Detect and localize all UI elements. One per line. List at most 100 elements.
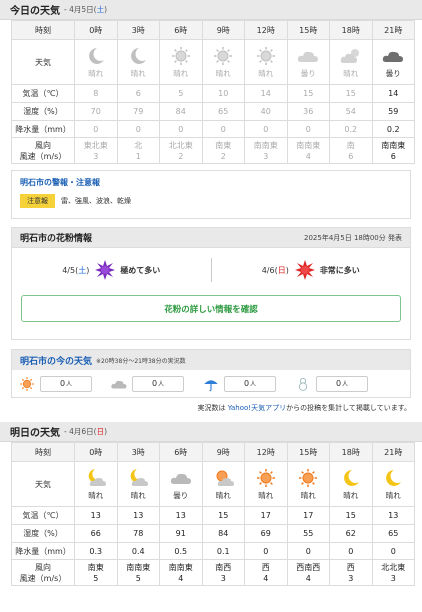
hum-cell: 59 xyxy=(371,102,415,121)
weather-cell: 晴れ xyxy=(201,39,245,85)
time-cell: 18時 xyxy=(329,20,373,40)
temp-cell: 17 xyxy=(286,506,330,525)
wind-cell: 北北東 2 xyxy=(159,137,203,164)
hum-cell: 62 xyxy=(329,524,373,543)
yahoo-app-link[interactable]: Yahoo!天気アプリ xyxy=(228,404,286,412)
current-item: 0人 xyxy=(294,375,368,392)
current-count: 0人 xyxy=(224,375,276,392)
tomorrow-title: 明日の天気 xyxy=(10,428,60,439)
precip-cell: 0 xyxy=(371,542,415,560)
weather-cell: 曇り xyxy=(371,39,415,85)
hum-cell: 84 xyxy=(159,102,203,121)
hum-cell: 78 xyxy=(116,524,160,543)
precip-cell: 0.1 xyxy=(201,542,245,560)
current-title: 明石市の今の天気 xyxy=(20,356,93,367)
sun-icon xyxy=(214,46,233,65)
snowman-icon xyxy=(298,377,308,391)
moon-icon xyxy=(386,469,402,486)
wind-cell: 南南東 3 xyxy=(244,137,288,164)
time-label: 時刻 xyxy=(11,20,75,40)
precip-cell: 0 xyxy=(244,542,288,560)
tomorrow-forecast-table: 時刻 0時 3時 6時 9時 12時 15時 18時 21時 天気 晴れ 晴れ 曇り 晴れ 晴れ 晴れ 晴れ 晴れ… xyxy=(11,442,415,586)
wind-cell: 南南東 6 xyxy=(371,137,415,164)
sun-icon xyxy=(256,46,275,65)
humidity-label: 湿度（%） xyxy=(11,524,75,543)
precip-cell: 0 xyxy=(244,120,288,138)
temp-label: 気温（℃） xyxy=(11,84,75,103)
weather-cell: 晴れ xyxy=(244,39,288,85)
current-weather-panel: 明石市の今の天気 ※20時38分～21時38分の実況数 0人 0人 0人 0人 xyxy=(11,349,411,398)
precip-cell: 0 xyxy=(116,120,160,138)
current-note: 実況数は Yahoo!天気アプリからの投稿を集計して掲載しています。 xyxy=(197,404,411,412)
warning-title[interactable]: 明石市の警報・注意報 xyxy=(20,177,410,188)
weather-cell: 曇り xyxy=(286,39,330,85)
precip-cell: 0 xyxy=(329,542,373,560)
pollen-detail-button[interactable]: 花粉の詳しい情報を確認 xyxy=(21,295,401,322)
cloud-icon xyxy=(111,380,127,388)
hum-cell: 70 xyxy=(74,102,118,121)
weather-cell: 晴れ xyxy=(159,39,203,85)
weather-cell: 晴れ xyxy=(201,461,245,507)
sun-icon xyxy=(20,376,34,391)
time-cell: 3時 xyxy=(116,20,160,40)
time-cell: 6時 xyxy=(159,442,203,462)
hum-cell: 65 xyxy=(371,524,415,543)
current-count: 0人 xyxy=(40,375,92,392)
time-cell: 12時 xyxy=(244,20,288,40)
hum-cell: 36 xyxy=(286,102,330,121)
today-forecast-table: 時刻 0時 3時 6時 9時 12時 15時 18時 21時 天気 晴れ 晴れ 晴れ 晴れ 晴れ 曇り 晴れ 曇り… xyxy=(11,20,415,164)
time-cell: 18時 xyxy=(329,442,373,462)
pollen-level-label: 非常に多い xyxy=(319,265,360,275)
wind-cell: 西南西 4 xyxy=(286,559,330,586)
temp-cell: 15 xyxy=(286,84,330,103)
current-count: 0人 xyxy=(132,375,184,392)
today-header: 今日の天気 - 4月5日(土) xyxy=(0,0,422,20)
time-cell: 3時 xyxy=(116,442,160,462)
wind-label: 風向 風速（m/s） xyxy=(11,137,75,164)
pollen-level-label: 極めて多い xyxy=(120,265,161,275)
pollen-day-2: 4/6(日) 非常に多い xyxy=(212,260,411,280)
dark-cloud-icon xyxy=(383,51,404,62)
wind-cell: 北1 xyxy=(116,137,160,164)
weather-cell: 晴れ xyxy=(244,461,288,507)
sun-icon xyxy=(299,468,318,487)
weather-cell: 晴れ xyxy=(286,461,330,507)
temp-cell: 15 xyxy=(329,84,373,103)
weather-cell: 晴れ xyxy=(116,39,160,85)
hum-cell: 55 xyxy=(286,524,330,543)
wind-cell: 南6 xyxy=(329,137,373,164)
precip-label: 降水量（mm） xyxy=(11,542,75,560)
pollen-title: 明石市の花粉情報 xyxy=(20,234,93,244)
umbrella-icon xyxy=(204,379,218,391)
time-cell: 21時 xyxy=(371,442,415,462)
wind-cell: 南南東 4 xyxy=(286,137,330,164)
wind-cell: 南東 2 xyxy=(201,137,245,164)
precip-cell: 0.3 xyxy=(74,542,118,560)
temp-cell: 14 xyxy=(244,84,288,103)
hum-cell: 84 xyxy=(201,524,245,543)
time-cell: 12時 xyxy=(244,442,288,462)
temp-cell: 13 xyxy=(159,506,203,525)
advisory-badge: 注意報 xyxy=(20,194,55,208)
wind-cell: 南西 3 xyxy=(201,559,245,586)
time-cell: 0時 xyxy=(74,20,118,40)
wind-cell: 南東 5 xyxy=(74,559,118,586)
temp-cell: 6 xyxy=(116,84,160,103)
hum-cell: 65 xyxy=(201,102,245,121)
time-cell: 21時 xyxy=(371,20,415,40)
hum-cell: 66 xyxy=(74,524,118,543)
cloud-sun-icon xyxy=(340,48,359,63)
temp-cell: 17 xyxy=(244,506,288,525)
sun-icon xyxy=(256,468,275,487)
time-cell: 9時 xyxy=(201,442,245,462)
tomorrow-date: - 4月6日(日) xyxy=(64,427,107,436)
wind-cell: 東北東 3 xyxy=(74,137,118,164)
current-item: 0人 xyxy=(202,375,276,392)
pollen-level-icon xyxy=(95,260,116,280)
pollen-level-icon xyxy=(294,260,315,280)
time-cell: 0時 xyxy=(74,442,118,462)
weather-cell: 晴れ xyxy=(74,461,118,507)
current-count: 0人 xyxy=(316,375,368,392)
hum-cell: 79 xyxy=(116,102,160,121)
current-subtitle: ※20時38分～21時38分の実況数 xyxy=(96,357,186,365)
